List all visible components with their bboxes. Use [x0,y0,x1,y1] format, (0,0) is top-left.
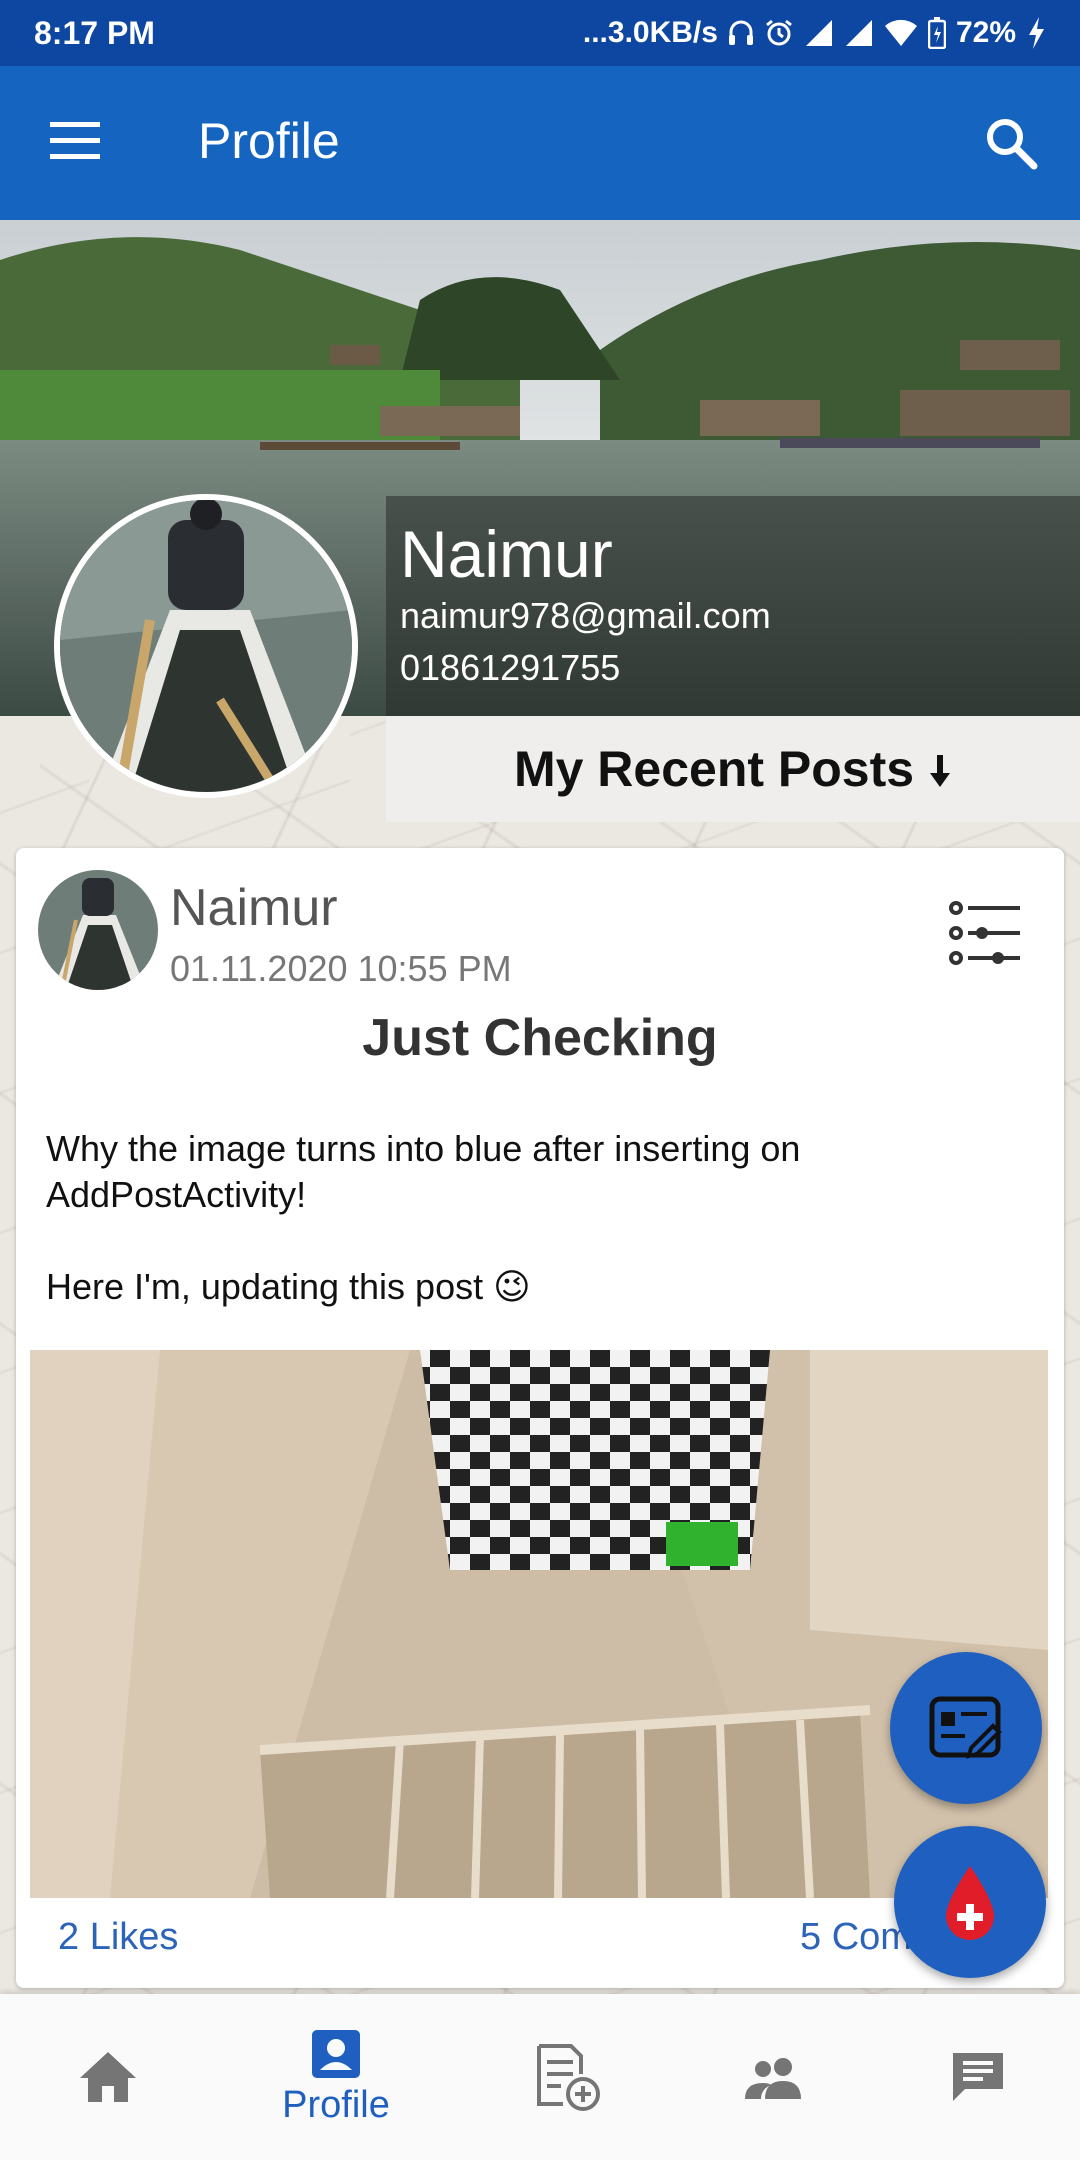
app-bar: Profile [0,66,1080,220]
create-post-fab[interactable] [890,1652,1042,1804]
post-likes[interactable]: 2 Likes [58,1916,178,1959]
status-bar: 8:17 PM ...3.0KB/s 72% [0,0,1080,66]
post-options-icon[interactable] [946,898,1026,968]
menu-icon[interactable] [46,116,106,166]
nav-profile[interactable]: Profile [228,1994,444,2160]
profile-avatar[interactable] [54,494,358,798]
post-card-icon [929,1696,1002,1759]
people-icon [745,2058,801,2099]
profile-info-panel: Naimur naimur978@gmail.com 01861291755 [386,496,1080,716]
blood-drop-icon [946,1866,994,1940]
charging-icon [1029,17,1044,49]
profile-name: Naimur [400,517,613,591]
nav-people[interactable] [666,1994,882,2160]
profile-email: naimur978@gmail.com [400,595,771,636]
nav-chat[interactable] [870,1994,1080,2160]
alarm-icon [766,19,792,46]
network-speed: ...3.0KB/s [582,16,718,49]
bottom-navigation: Profile [0,1994,1080,2160]
signal-icon [805,20,832,46]
post-date: 01.11.2020 10:55 PM [170,948,512,989]
nav-home[interactable] [0,1994,216,2160]
nav-add-post[interactable] [460,1994,676,2160]
home-icon [80,2052,136,2102]
arrow-down-icon [930,755,951,787]
nav-profile-label: Profile [282,2083,390,2126]
battery-icon [927,17,946,49]
post-body: Why the image turns into blue after inse… [46,1128,801,1307]
profile-icon [312,2029,360,2078]
signal-icon-2 [845,20,872,46]
post-title: Just Checking [362,1009,718,1067]
status-time: 8:17 PM [34,14,155,51]
wifi-icon [884,19,917,46]
headphones-icon [728,20,753,45]
post-image[interactable] [30,1350,1048,1898]
blood-donation-fab[interactable] [894,1826,1046,1978]
search-icon[interactable] [982,114,1042,174]
post-author-name[interactable]: Naimur [170,878,338,938]
page-title: Profile [198,113,340,169]
post-author-avatar[interactable] [38,870,158,990]
profile-phone: 01861291755 [400,647,621,688]
recent-posts-label: My Recent Posts [513,741,915,797]
recent-posts-header: My Recent Posts [386,716,1080,822]
add-post-icon [537,2044,600,2111]
post-card: Naimur 01.11.2020 10:55 PM Just Checking… [16,848,1064,1988]
battery-percent: 72% [955,16,1016,49]
chat-icon [953,2053,1003,2101]
